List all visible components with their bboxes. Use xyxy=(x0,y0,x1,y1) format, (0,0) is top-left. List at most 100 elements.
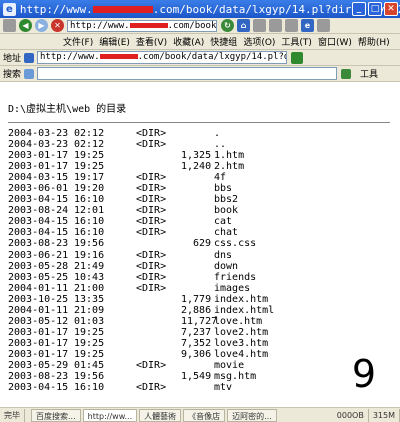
title-url-box[interactable]: http://www..com/book/data/lxgyp/14.pl?di… xyxy=(67,19,217,32)
page-tab[interactable]: 人體藝術 xyxy=(139,408,182,422)
minimize-button[interactable]: _ xyxy=(352,2,366,16)
entry-date: 2003-05-28 xyxy=(8,260,69,272)
menu-item[interactable]: 查看(V) xyxy=(136,35,167,48)
file-row: 2003-08-23 19:56 1,549 msg.htm xyxy=(8,371,400,382)
entry-name[interactable]: msg.htm xyxy=(214,371,256,382)
page-tab[interactable]: 迈阿密的... xyxy=(227,408,277,422)
entry-name[interactable]: . xyxy=(214,128,220,139)
entry-name[interactable]: love4.htm xyxy=(214,349,268,360)
entry-date: 2003-01-17 xyxy=(8,161,69,173)
directory-listing-page: D:\虚拟主机\web 的目录 2004-03-23 02:12 <DIR>. 200… xyxy=(0,82,400,407)
search-input[interactable] xyxy=(37,67,338,80)
entry-name[interactable]: .. xyxy=(214,139,226,150)
history-icon[interactable] xyxy=(269,19,282,32)
entry-dir-flag xyxy=(136,161,181,172)
entry-dir-flag xyxy=(136,327,181,338)
maximize-button[interactable]: □ xyxy=(368,2,382,16)
entry-size xyxy=(181,261,211,272)
title-bar: e http://www. .com/book/data/lxgyp/14.pl?… xyxy=(0,0,400,18)
entry-date: 2003-04-15 xyxy=(8,382,69,394)
entry-dir-flag: <DIR> xyxy=(136,260,167,272)
entry-time: 19:25 xyxy=(74,348,105,360)
address-input[interactable]: http://www. .com/book/data/lxgyp/14.pl?di… xyxy=(37,51,288,64)
entry-time: 21:09 xyxy=(74,304,105,316)
search-engine-icon[interactable] xyxy=(24,68,35,79)
entry-time: 19:25 xyxy=(74,326,105,338)
entry-name[interactable]: mtv xyxy=(214,382,232,393)
back-icon[interactable]: ◀ xyxy=(19,19,32,32)
address-bar: 地址 http://www. .com/book/data/lxgyp/14.pl… xyxy=(0,50,400,66)
entry-size: 7,352 xyxy=(181,337,212,349)
entry-name[interactable]: 2.htm xyxy=(214,161,244,172)
window-icon[interactable] xyxy=(317,19,330,32)
entry-name[interactable]: dns xyxy=(214,250,232,261)
forward-icon[interactable]: ▶ xyxy=(35,19,48,32)
page-tab[interactable]: 百度搜索... xyxy=(31,408,81,422)
favorites-icon[interactable] xyxy=(253,19,266,32)
menu-list: 文件(F) 编辑(E) 查看(V) 收藏(A) 快捷组 选项(O) 工具(T) 窗口(W) 帮助… xyxy=(63,35,390,48)
entry-size xyxy=(181,205,211,216)
tools-label: 工具 xyxy=(360,70,379,80)
entry-name[interactable]: css.css xyxy=(214,238,256,249)
entry-dir-flag xyxy=(136,349,181,360)
entry-name[interactable]: cat xyxy=(214,216,232,227)
entry-time: 02:12 xyxy=(74,128,105,139)
entry-name[interactable]: bbs xyxy=(214,183,232,194)
menu-item[interactable]: 快捷组 xyxy=(210,35,237,48)
entry-name[interactable]: index.htm xyxy=(214,294,268,305)
close-button[interactable]: ✕ xyxy=(384,2,398,16)
entry-name[interactable]: 4f xyxy=(214,172,226,183)
tools-icon[interactable] xyxy=(285,19,298,32)
entry-date: 2003-10-25 xyxy=(8,293,69,305)
entry-size: 11,727 xyxy=(181,315,218,327)
menu-item[interactable]: 选项(O) xyxy=(243,35,275,48)
entry-dir-flag: <DIR> xyxy=(136,183,167,195)
redaction-mark xyxy=(99,54,138,59)
entry-name[interactable]: love.htm xyxy=(214,316,262,327)
entry-name[interactable]: down xyxy=(214,261,238,272)
new-window-icon[interactable] xyxy=(3,19,16,32)
entry-name[interactable]: love3.htm xyxy=(214,338,268,349)
entry-dir-flag: <DIR> xyxy=(136,139,167,151)
entry-time: 16:10 xyxy=(74,194,105,206)
entry-name[interactable]: bbs2 xyxy=(214,194,238,205)
entry-name[interactable]: love2.htm xyxy=(214,327,268,338)
ie-icon[interactable]: e xyxy=(301,19,314,32)
menu-item[interactable]: 工具(T) xyxy=(281,35,312,48)
search-go-icon[interactable] xyxy=(341,68,352,79)
go-button[interactable] xyxy=(291,51,304,64)
entry-size: 1,549 xyxy=(181,371,212,383)
entry-time: 19:20 xyxy=(74,183,105,195)
entry-name[interactable]: friends xyxy=(214,272,256,283)
entry-name[interactable]: book xyxy=(214,205,238,216)
entry-size xyxy=(181,227,211,238)
file-row: 2003-05-29 01:45 <DIR> movie xyxy=(8,360,400,371)
menu-item[interactable]: 收藏(A) xyxy=(173,35,204,48)
entry-name[interactable]: index.html xyxy=(214,305,274,316)
search-bar: 搜索 工具 xyxy=(0,66,400,82)
menu-item[interactable]: 窗口(W) xyxy=(318,35,352,48)
file-row: 2003-01-17 19:25 7,352 love3.htm xyxy=(8,338,400,349)
file-row: 2004-03-23 02:12 <DIR>. xyxy=(8,128,400,139)
entry-time: 21:49 xyxy=(74,260,105,272)
entry-dir-flag: <DIR> xyxy=(136,128,167,139)
entry-date: 2003-06-21 xyxy=(8,249,69,261)
menu-item[interactable]: 编辑(E) xyxy=(99,35,130,48)
entry-date: 2004-01-11 xyxy=(8,282,69,294)
entry-name[interactable]: chat xyxy=(214,227,238,238)
menu-item[interactable]: 文件(F) xyxy=(63,35,93,48)
divider xyxy=(8,122,390,123)
page-tab[interactable]: http://ww... xyxy=(82,408,138,422)
refresh-icon[interactable]: ↻ xyxy=(221,19,234,32)
entry-name[interactable]: 1.htm xyxy=(214,150,244,161)
entry-name[interactable]: movie xyxy=(214,360,244,371)
entry-name[interactable]: images xyxy=(214,283,250,294)
file-row: 2003-04-15 16:10 <DIR> cat xyxy=(8,216,400,227)
home-icon[interactable]: ⌂ xyxy=(237,19,250,32)
stop-icon[interactable]: ✕ xyxy=(51,19,64,32)
menu-item[interactable]: 帮助(H) xyxy=(358,35,390,48)
page-icon xyxy=(24,52,35,63)
entry-dir-flag xyxy=(136,150,181,161)
redaction-mark xyxy=(92,6,153,13)
page-tab[interactable]: 《音像店 xyxy=(183,408,226,422)
